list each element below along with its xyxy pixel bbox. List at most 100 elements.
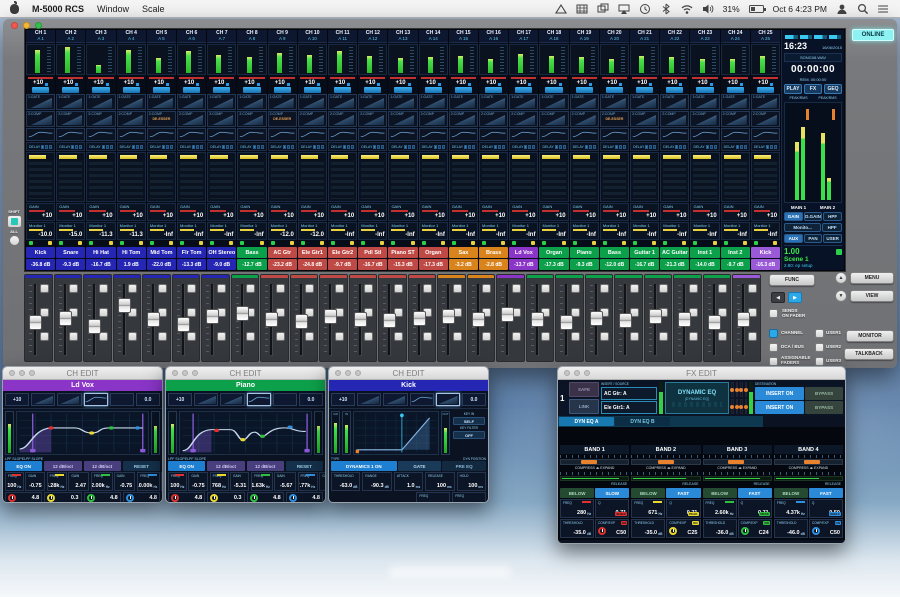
monitor-section[interactable]: Monitor 1-Inf <box>419 222 448 240</box>
dyn-param[interactable]: HOLD100ms <box>457 472 486 491</box>
q-knob[interactable] <box>8 494 16 502</box>
monitor-section[interactable]: Monitor 1-Inf <box>751 222 780 240</box>
eq-thumbnail[interactable] <box>56 128 85 141</box>
band-threshold[interactable]: THRESHOLD-35.0dB <box>631 519 665 538</box>
close-button[interactable] <box>335 370 341 376</box>
insert-on-button[interactable]: INSERT ON <box>755 401 804 414</box>
select-button[interactable] <box>636 87 653 93</box>
select-button[interactable] <box>92 87 109 93</box>
select-button[interactable] <box>334 87 351 93</box>
compress-expand-slider[interactable] <box>631 459 700 465</box>
spotlight-search-icon[interactable] <box>857 3 869 15</box>
zoom-button[interactable] <box>355 370 361 376</box>
mute-button[interactable] <box>40 332 49 341</box>
fader-cap[interactable] <box>236 306 249 321</box>
mute-button[interactable] <box>364 332 373 341</box>
eq-thumbnail[interactable] <box>630 128 659 141</box>
compexp-knob[interactable] <box>812 527 820 535</box>
comp-thumbnail[interactable]: 2:COMP <box>449 111 478 127</box>
gain-section[interactable]: GAIN+10 <box>479 203 508 221</box>
eq-thumbnail[interactable] <box>600 128 629 141</box>
sel-button[interactable] <box>158 284 167 293</box>
fader-cap[interactable] <box>472 312 485 327</box>
eq-thumbnail[interactable] <box>268 128 297 141</box>
pre-eq-tab[interactable]: PRE EQ <box>442 461 486 471</box>
delay-row[interactable]: DELAY <box>388 142 417 151</box>
below-button[interactable]: BELOW <box>560 488 594 498</box>
view-button[interactable]: VIEW <box>850 290 894 302</box>
compexp-knob[interactable] <box>669 527 677 535</box>
sel-button[interactable] <box>276 284 285 293</box>
bypass-button[interactable]: BYPASS <box>805 387 843 400</box>
delay-row[interactable]: DELAY <box>570 142 599 151</box>
fader-cap[interactable] <box>678 312 691 327</box>
delay-b-button[interactable] <box>140 145 143 149</box>
comp-thumbnail[interactable]: 2:COMP <box>690 111 719 127</box>
channel-name[interactable]: Inst 2 <box>721 247 750 258</box>
sel-button[interactable] <box>630 284 639 293</box>
fader-cap[interactable] <box>29 315 42 330</box>
gate-thumb[interactable] <box>194 393 218 406</box>
delay-sf-button[interactable] <box>585 145 588 149</box>
gain-trim-row[interactable]: +10 <box>26 76 55 86</box>
gain-trim-row[interactable]: +10 <box>358 76 387 86</box>
gate-thumbnail[interactable]: 1:GATE <box>570 94 599 110</box>
nav-down-button[interactable]: ▼ <box>835 290 847 302</box>
aux-send-block[interactable] <box>479 152 508 202</box>
fader-cap[interactable] <box>354 312 367 327</box>
gain-section[interactable]: GAIN+10 <box>751 203 780 221</box>
mute-button[interactable] <box>482 332 491 341</box>
gain-trim-row[interactable]: +10 <box>388 76 417 86</box>
gain-section[interactable]: GAIN+10 <box>237 203 266 221</box>
q-knob[interactable] <box>126 494 134 502</box>
aux-send-block[interactable] <box>237 152 266 202</box>
delay-sf-button[interactable] <box>706 145 709 149</box>
aux-send-block[interactable] <box>268 152 297 202</box>
channel-header[interactable]: CH 2A 2 <box>56 30 85 43</box>
band-gain-value[interactable]: GAIN0.52 <box>319 472 326 491</box>
channel-header[interactable]: CH 11A 11 <box>328 30 357 43</box>
delay-sf-button[interactable] <box>494 145 497 149</box>
monitor-section[interactable]: Monitor 1-Inf <box>358 222 387 240</box>
compexp-knob[interactable] <box>741 527 749 535</box>
q-cell[interactable]: 0.3 <box>44 492 81 503</box>
band-q[interactable]: Q0.71PEAK <box>738 499 772 518</box>
monitor-section[interactable]: Monitor 1-11.3 <box>86 222 115 240</box>
q-cell[interactable]: 4.8 <box>84 492 121 503</box>
aux-send-block[interactable] <box>721 152 750 202</box>
delay-a-button[interactable] <box>619 145 622 149</box>
dyn-thumb[interactable] <box>110 393 134 406</box>
monitor-section[interactable]: Monitor 1-Inf <box>690 222 719 240</box>
delay-b-button[interactable] <box>502 145 505 149</box>
eq-thumbnail[interactable] <box>509 128 538 141</box>
monitor-section[interactable]: Monitor 1-Inf <box>539 222 568 240</box>
select-button[interactable] <box>757 87 774 93</box>
user3-checkbox[interactable] <box>815 357 824 366</box>
ch-edit-window[interactable]: CH EDITPiano+100.0LPF SLOPELPF SLOPEEQ O… <box>165 366 326 503</box>
lpf-slope-button[interactable]: 12 dB/oct <box>84 461 121 471</box>
dyn-param[interactable]: RELEASE100ms <box>425 472 454 491</box>
eq-thumbnail[interactable] <box>449 128 478 141</box>
select-button[interactable] <box>394 87 411 93</box>
delay-a-button[interactable] <box>559 145 562 149</box>
gain-trim-row[interactable]: +10 <box>721 76 750 86</box>
gain-trim-row[interactable]: +10 <box>268 76 297 86</box>
monitor-section[interactable]: Monitor 1-Inf <box>509 222 538 240</box>
gate-thumbnail[interactable]: 1:GATE <box>117 94 146 110</box>
channel-header[interactable]: CH 5A 5 <box>147 30 176 43</box>
delay-b-button[interactable] <box>200 145 203 149</box>
delay-row[interactable]: DELAY <box>147 142 176 151</box>
mute-button[interactable] <box>718 332 727 341</box>
eq-thumbnail[interactable] <box>328 128 357 141</box>
gain-trim-row[interactable]: +10 <box>419 76 448 86</box>
minimize-button[interactable] <box>574 370 580 376</box>
mute-button[interactable] <box>453 332 462 341</box>
channel-header[interactable]: CH 6A 6 <box>177 30 206 43</box>
delay-row[interactable]: DELAY <box>479 142 508 151</box>
channel-name[interactable]: Ele Gtr2 <box>328 247 357 258</box>
comp-thumbnail[interactable]: 2:COMP <box>630 111 659 127</box>
dgain-assign-button[interactable]: D.GAIN <box>804 212 823 221</box>
fx-knob[interactable] <box>740 399 743 414</box>
delay-b-button[interactable] <box>412 145 415 149</box>
delay-row[interactable]: DELAY <box>721 142 750 151</box>
